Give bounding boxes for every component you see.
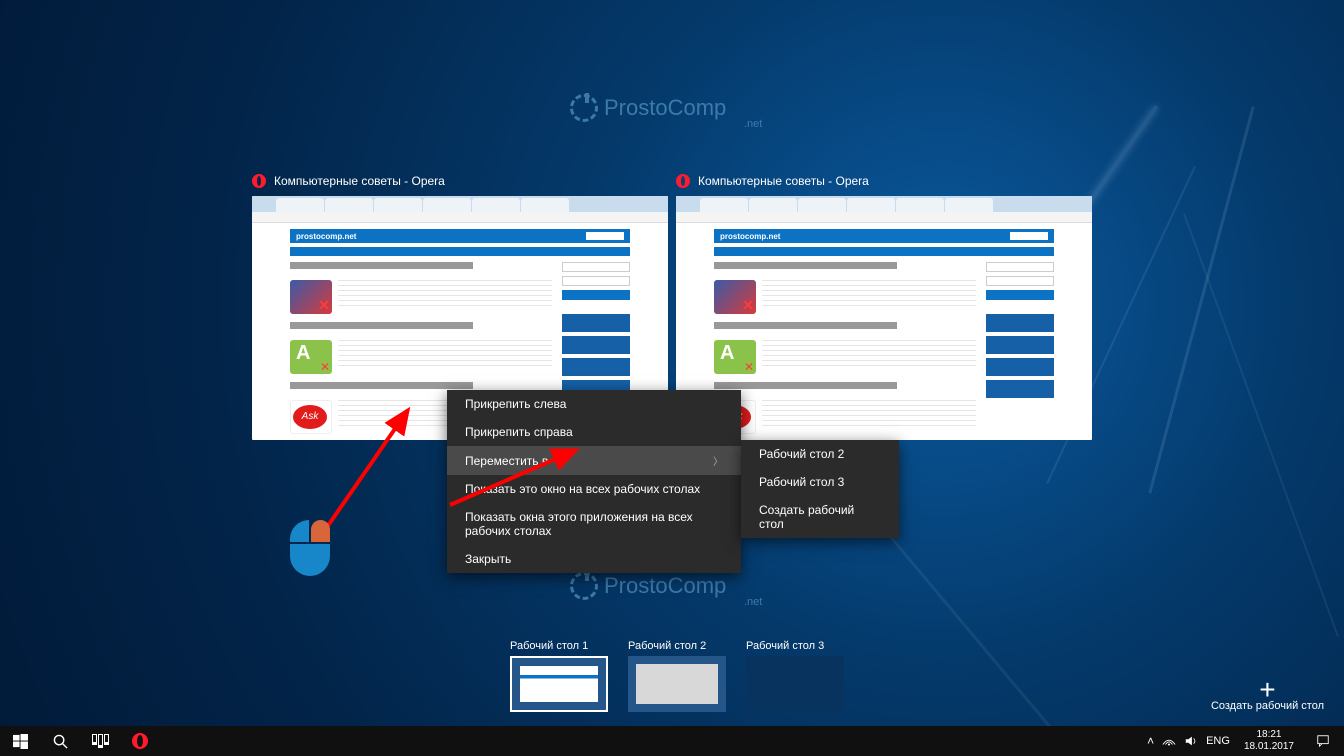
site-logo: prostocomp.net [296,232,356,241]
task-view-icon [92,734,109,748]
chevron-right-icon: 〉 [713,453,723,468]
watermark-bottom: ProstoComp .net [570,572,726,600]
thumbnail-title-row: Компьютерные советы - Opera [252,174,445,188]
windows-icon [13,734,28,749]
menu-label: Создать рабочий стол [759,503,881,531]
wallpaper-beam [1183,213,1339,637]
mouse-right-click-icon [290,520,330,576]
watermark-text: ProstoComp [604,573,726,599]
action-center-button[interactable] [1308,734,1338,748]
menu-label: Рабочий стол 2 [759,447,844,461]
task-view-button[interactable] [80,726,120,756]
submenu-desktop-3[interactable]: Рабочий стол 3 [741,468,899,496]
desktop-label: Рабочий стол 2 [628,640,726,652]
tray-chevron-up-icon[interactable]: ˄ [1147,734,1154,748]
menu-label: Показать окна этого приложения на всех р… [465,510,723,538]
taskbar: ˄ ENG 18:21 18.01.2017 [0,726,1344,756]
watermark-sub: .net [744,596,762,608]
desktop-thumbnail-1[interactable]: Рабочий стол 1 [510,640,608,712]
virtual-desktops-strip: Рабочий стол 1 Рабочий стол 2 Рабочий ст… [0,640,1344,712]
desktop-thumbnail-3[interactable]: Рабочий стол 3 [746,640,844,712]
language-indicator[interactable]: ENG [1206,735,1230,747]
watermark-text: ProstoComp [604,95,726,121]
network-icon[interactable] [1162,734,1176,748]
thumbnail-title: Компьютерные советы - Opera [274,174,445,188]
watermark-icon [570,572,598,600]
taskbar-app-opera[interactable] [120,726,160,756]
new-desktop-label: Создать рабочий стол [1211,700,1324,712]
menu-show-app-all-desktops[interactable]: Показать окна этого приложения на всех р… [447,503,741,545]
search-icon [53,734,68,749]
menu-label: Переместить в [465,454,548,468]
notification-icon [1316,734,1330,748]
thumbnail-title: Компьютерные советы - Opera [698,174,869,188]
new-desktop-button[interactable]: + Создать рабочий стол [1211,680,1324,712]
submenu-desktop-2[interactable]: Рабочий стол 2 [741,440,899,468]
volume-icon[interactable] [1184,734,1198,748]
menu-move-to[interactable]: Переместить в 〉 [447,446,741,475]
opera-icon [676,174,690,188]
menu-close[interactable]: Закрыть [447,545,741,573]
desktop-label: Рабочий стол 3 [746,640,844,652]
start-button[interactable] [0,726,40,756]
watermark-icon [570,94,598,122]
menu-label: Рабочий стол 3 [759,475,844,489]
menu-label: Прикрепить слева [465,397,566,411]
desktop-thumbnail-2[interactable]: Рабочий стол 2 [628,640,726,712]
clock[interactable]: 18:21 18.01.2017 [1238,729,1300,753]
menu-snap-right[interactable]: Прикрепить справа [447,418,741,446]
search-button[interactable] [40,726,80,756]
opera-icon [132,733,148,749]
menu-label: Прикрепить справа [465,425,573,439]
menu-show-all-desktops[interactable]: Показать это окно на всех рабочих столах [447,475,741,503]
context-menu: Прикрепить слева Прикрепить справа Перем… [447,390,741,573]
submenu-new-desktop[interactable]: Создать рабочий стол [741,496,899,538]
opera-icon [252,174,266,188]
site-logo: prostocomp.net [720,232,780,241]
clock-time: 18:21 [1244,729,1294,741]
clock-date: 18.01.2017 [1244,741,1294,753]
desktop-label: Рабочий стол 1 [510,640,608,652]
menu-label: Закрыть [465,552,511,566]
watermark-sub: .net [744,118,762,130]
menu-snap-left[interactable]: Прикрепить слева [447,390,741,418]
wallpaper-beam [1148,106,1254,493]
thumbnail-title-row: Компьютерные советы - Opera [676,174,869,188]
plus-icon: + [1211,680,1324,700]
context-submenu: Рабочий стол 2 Рабочий стол 3 Создать ра… [741,440,899,538]
watermark-top: ProstoComp .net [570,94,726,122]
system-tray: ˄ ENG 18:21 18.01.2017 [1141,726,1344,756]
menu-label: Показать это окно на всех рабочих столах [465,482,700,496]
